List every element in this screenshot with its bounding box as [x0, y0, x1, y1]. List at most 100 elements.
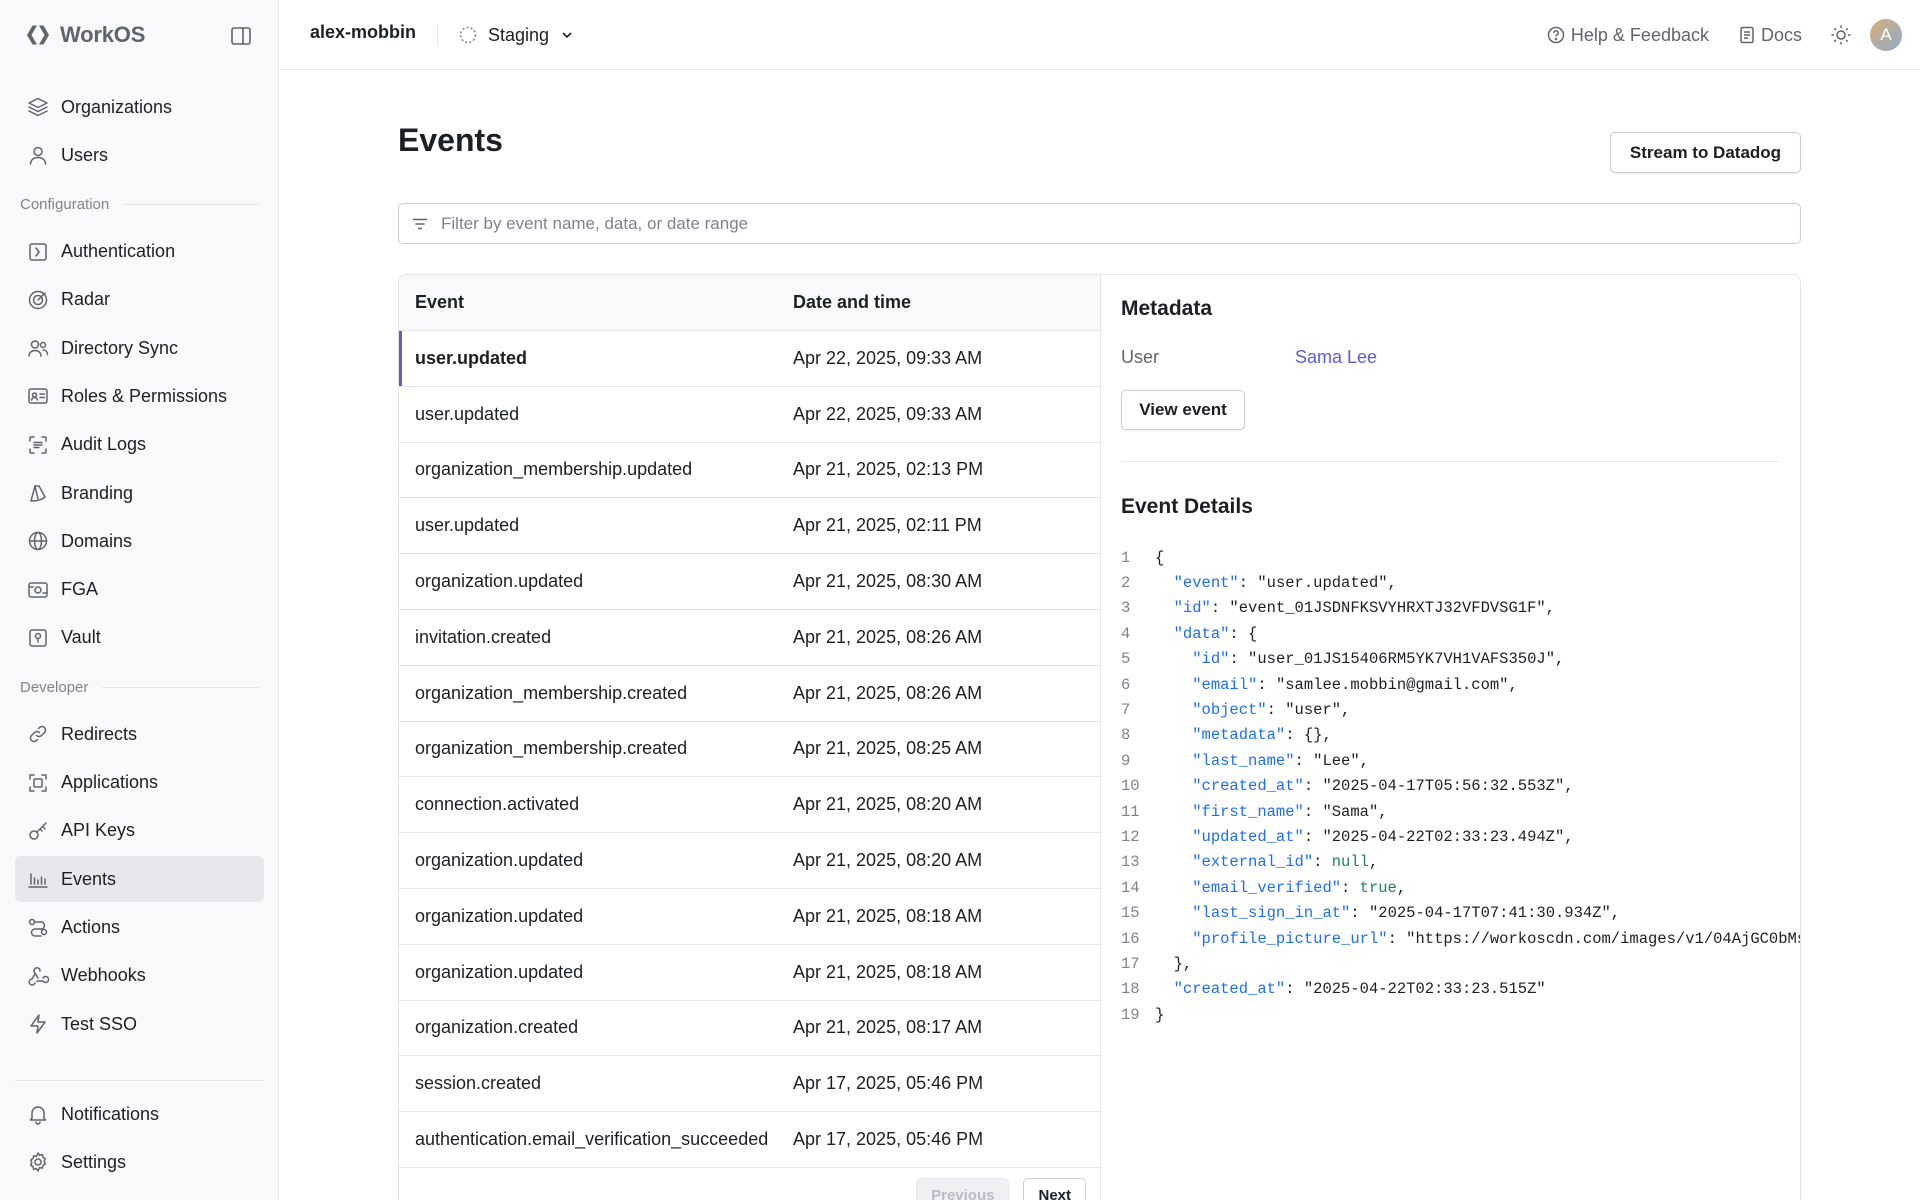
previous-page-button[interactable]: Previous	[916, 1178, 1010, 1200]
code-text: "metadata": {},	[1192, 726, 1332, 745]
code-line: 9 "last_name": "Lee",	[1121, 748, 1800, 773]
table-row[interactable]: organization.updated Apr 21, 2025, 08:30 …	[399, 554, 1100, 610]
help-feedback-label: Help & Feedback	[1570, 24, 1709, 45]
sidebar-item-domains[interactable]: Domains	[15, 518, 264, 564]
code-line: 2 "event": "user.updated",	[1121, 570, 1800, 595]
filter-input[interactable]	[441, 213, 1741, 234]
environment-switcher[interactable]: Staging	[458, 19, 575, 51]
auth-icon	[29, 242, 47, 261]
sidebar-item-fga[interactable]: FGA	[15, 567, 264, 613]
sidebar-item-label: Directory Sync	[61, 337, 179, 358]
table-row[interactable]: organization.updated Apr 21, 2025, 08:20 …	[399, 833, 1100, 889]
code-text: "object": "user",	[1192, 701, 1351, 720]
pagination: Previous Next	[399, 1170, 1101, 1200]
sidebar-item-label: Settings	[61, 1151, 127, 1172]
event-name-cell: organization.updated	[415, 850, 584, 871]
lightning-icon	[30, 1014, 46, 1034]
sidebar-item-api-keys[interactable]: API Keys	[15, 808, 264, 854]
sidebar-item-label: Roles & Permissions	[61, 385, 228, 406]
sidebar-item-actions[interactable]: Actions	[15, 904, 264, 950]
code-text: "created_at": "2025-04-22T02:33:23.515Z"	[1173, 980, 1546, 999]
table-row[interactable]: authentication.email_verification_succee…	[399, 1112, 1100, 1168]
filter-icon	[413, 218, 427, 229]
sidebar-item-applications[interactable]: Applications	[15, 760, 264, 806]
table-row[interactable]: user.updated Apr 21, 2025, 02:11 PM	[399, 498, 1100, 555]
view-event-button[interactable]: View event	[1121, 390, 1245, 430]
metadata-user-link[interactable]: Sama Lee	[1295, 347, 1377, 368]
sidebar-item-audit-logs[interactable]: Audit Logs	[15, 422, 264, 468]
sidebar-item-label: Webhooks	[61, 965, 146, 986]
sidebar-item-label: Applications	[61, 772, 159, 793]
table-row[interactable]: session.created Apr 17, 2025, 05:46 PM	[399, 1056, 1100, 1113]
sidebar-item-users[interactable]: Users	[15, 132, 264, 178]
code-text: {	[1155, 548, 1165, 567]
code-text: "id": "event_01JSDNFKSVYHRXTJ32VFDVSG1F"…	[1173, 599, 1555, 618]
sidebar-item-label: Organizations	[61, 96, 173, 117]
sidebar-item-organizations[interactable]: Organizations	[15, 84, 264, 130]
gear-icon	[29, 1152, 47, 1173]
event-name-cell: user.updated	[415, 515, 520, 536]
column-header-event: Event	[415, 292, 465, 312]
line-number: 4	[1121, 624, 1131, 643]
help-feedback-link[interactable]: Help & Feedback	[1547, 25, 1709, 46]
sidebar-item-authentication[interactable]: Authentication	[15, 229, 264, 275]
sidebar-item-webhooks[interactable]: Webhooks	[15, 953, 264, 999]
stream-to-datadog-button[interactable]: Stream to Datadog	[1610, 132, 1801, 173]
sidebar-item-vault[interactable]: Vault	[15, 615, 264, 661]
line-number: 2	[1121, 574, 1131, 593]
filter-bar[interactable]	[398, 203, 1801, 244]
table-row[interactable]: organization_membership.updated Apr 21, 2…	[399, 443, 1100, 499]
table-row[interactable]: organization_membership.created Apr 21, 2…	[399, 666, 1100, 722]
sidebar-item-notifications[interactable]: Notifications	[15, 1091, 264, 1137]
table-row[interactable]: organization.updated Apr 21, 2025, 08:18 …	[399, 889, 1100, 945]
sun-icon[interactable]	[1830, 24, 1852, 46]
code-text: "email_verified": true,	[1192, 878, 1407, 897]
table-row[interactable]: organization_membership.created Apr 21, 2…	[399, 722, 1100, 778]
link-icon	[29, 725, 47, 743]
sidebar-item-test-sso[interactable]: Test SSO	[15, 1001, 264, 1047]
code-text: "data": {	[1173, 624, 1258, 643]
sidebar-item-events[interactable]: Events	[15, 856, 264, 903]
code-line: 13 "external_id": null,	[1121, 850, 1800, 875]
table-row[interactable]: connection.activated Apr 21, 2025, 08:20 …	[399, 777, 1100, 834]
table-header: Event Date and time	[399, 275, 1100, 331]
code-line: 11 "first_name": "Sama",	[1121, 799, 1800, 824]
event-name-cell: organization.updated	[415, 571, 584, 592]
brand[interactable]: WorkOS	[24, 20, 145, 50]
sidebar-item-redirects[interactable]: Redirects	[15, 711, 264, 757]
avatar[interactable]: A	[1870, 19, 1902, 51]
line-number: 15	[1121, 904, 1140, 923]
sidebar-item-radar[interactable]: Radar	[15, 277, 264, 323]
sidebar-item-label: Vault	[61, 627, 101, 648]
docs-label: Docs	[1760, 24, 1802, 45]
brand-name: WorkOS	[60, 22, 146, 47]
event-datetime-cell: Apr 21, 2025, 08:20 AM	[793, 850, 983, 871]
table-row[interactable]: organization.updated Apr 21, 2025, 08:18 …	[399, 945, 1100, 1001]
sidebar-item-roles-permissions[interactable]: Roles & Permissions	[15, 373, 264, 419]
line-number: 10	[1121, 777, 1140, 796]
sidebar-toggle-icon[interactable]	[229, 24, 253, 48]
line-number: 17	[1121, 954, 1140, 973]
details-divider	[1121, 461, 1779, 462]
code-line: 6 "email": "samlee.mobbin@gmail.com",	[1121, 672, 1800, 697]
environment-label: Staging	[488, 24, 550, 45]
code-text: "profile_picture_url": "https://workoscd…	[1192, 929, 1801, 948]
table-row[interactable]: user.updated Apr 22, 2025, 09:33 AM	[399, 331, 1100, 387]
table-row[interactable]: user.updated Apr 22, 2025, 09:33 AM	[399, 387, 1100, 443]
sidebar-item-branding[interactable]: Branding	[15, 470, 264, 516]
sidebar-nav: Organizations Users Configuration Authentic…	[15, 84, 264, 1049]
sidebar-item-directory-sync[interactable]: Directory Sync	[15, 325, 264, 371]
event-datetime-cell: Apr 21, 2025, 08:26 AM	[793, 626, 983, 647]
next-page-button[interactable]: Next	[1023, 1178, 1086, 1200]
events-panel: Event Date and time user.updated Apr 22, …	[398, 274, 1801, 1200]
event-datetime-cell: Apr 21, 2025, 08:25 AM	[793, 738, 983, 759]
team-name[interactable]: alex-mobbin	[310, 22, 416, 43]
line-number: 16	[1121, 929, 1140, 948]
table-row[interactable]: organization.created Apr 21, 2025, 08:17 …	[399, 1001, 1100, 1057]
docs-link[interactable]: Docs	[1739, 25, 1802, 46]
sidebar-item-settings[interactable]: Settings	[15, 1139, 264, 1185]
sidebar-item-label: Events	[61, 868, 117, 889]
table-row[interactable]: invitation.created Apr 21, 2025, 08:26 AM	[399, 610, 1100, 666]
event-name-cell: organization.updated	[415, 905, 584, 926]
events-icon	[28, 873, 48, 888]
